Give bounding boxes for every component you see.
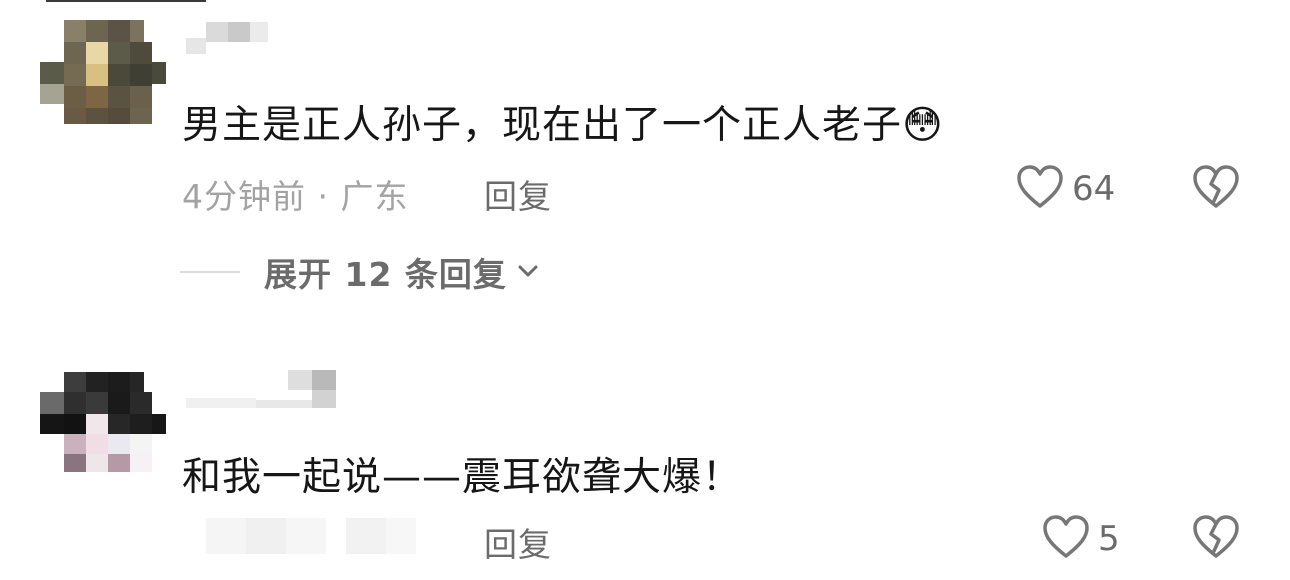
dislike-button[interactable] [1192, 164, 1240, 214]
username-blurred[interactable] [186, 368, 356, 408]
comment-item: 男主是正人孙子，现在出了一个正人老子😳 4分钟前 · 广东 回复 64 展开 1… [0, 0, 1290, 310]
username-blurred[interactable] [186, 18, 356, 58]
comment-item: 和我一起说——震耳欲聋大爆！ 回复 5 [0, 350, 1290, 580]
comment-meta: 4分钟前 · 广东 [182, 177, 409, 216]
like-button[interactable]: 5 [1042, 514, 1120, 564]
like-button[interactable]: 64 [1016, 164, 1115, 214]
heart-outline-icon [1016, 164, 1064, 214]
dislike-button[interactable] [1192, 514, 1240, 564]
chevron-down-icon [517, 263, 539, 282]
comment-meta-blurred [206, 514, 436, 558]
reply-button[interactable]: 回复 [484, 518, 552, 566]
heart-outline-icon [1042, 514, 1090, 564]
like-count: 64 [1072, 169, 1116, 209]
broken-heart-icon [1192, 515, 1240, 564]
avatar[interactable] [40, 372, 166, 476]
comment-text: 男主是正人孙子，现在出了一个正人老子😳 [182, 103, 944, 148]
flushed-face-emoji: 😳 [902, 103, 944, 148]
expand-replies-button[interactable]: 展开 12 条回复 [180, 248, 539, 296]
broken-heart-icon [1192, 165, 1240, 214]
expand-replies-label: 展开 12 条回复 [264, 255, 507, 294]
reply-button[interactable]: 回复 [484, 170, 552, 218]
like-count: 5 [1098, 519, 1120, 559]
comment-text: 和我一起说——震耳欲聋大爆！ [182, 455, 743, 500]
avatar[interactable] [40, 20, 166, 124]
expand-divider [180, 271, 240, 273]
